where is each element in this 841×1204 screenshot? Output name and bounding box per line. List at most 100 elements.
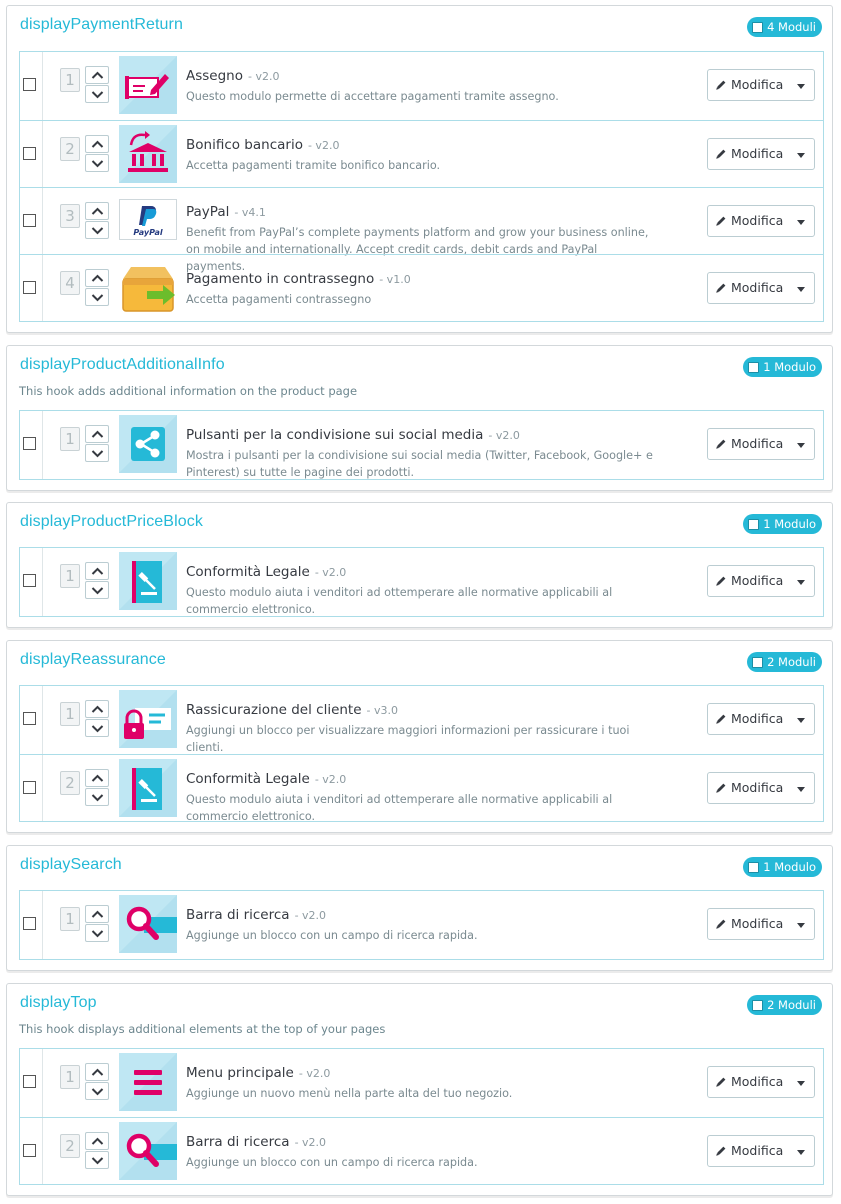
edit-button-label: Modifica [731, 1074, 784, 1089]
module-name-text: Rassicurazione del cliente [186, 702, 362, 718]
legal-gavel-icon [119, 552, 177, 610]
move-down-button[interactable] [85, 924, 109, 942]
module-checkbox[interactable] [23, 1075, 36, 1088]
position-number: 2 [60, 137, 80, 161]
move-down-button[interactable] [85, 788, 109, 806]
move-up-button[interactable] [85, 700, 109, 718]
move-up-button[interactable] [85, 66, 109, 84]
select-all-checkbox[interactable] [752, 999, 764, 1011]
module-checkbox[interactable] [23, 147, 36, 160]
module-count-badge[interactable]: 2 Moduli [747, 995, 822, 1015]
hook-title[interactable]: displayTop [20, 994, 97, 1012]
module-count-badge[interactable]: 1 Modulo [743, 357, 822, 377]
move-up-button[interactable] [85, 769, 109, 787]
module-row[interactable]: 1 Rassicurazione del cliente - v3.0 Aggiung… [20, 686, 823, 754]
move-down-button[interactable] [85, 719, 109, 737]
hook-title[interactable]: displayPaymentReturn [20, 16, 183, 34]
caret-down-icon[interactable] [797, 1150, 805, 1155]
module-checkbox[interactable] [23, 1144, 36, 1157]
module-checkbox[interactable] [23, 78, 36, 91]
position-number: 1 [60, 1065, 80, 1089]
edit-dropdown-button[interactable]: Modifica [707, 428, 815, 460]
module-checkbox[interactable] [23, 214, 36, 227]
module-checkbox[interactable] [23, 574, 36, 587]
move-up-button[interactable] [85, 562, 109, 580]
chevron-up-icon [91, 910, 104, 918]
move-down-button[interactable] [85, 221, 109, 239]
module-row[interactable]: 2 Bonifico bancario - v2.0 Accetta pagament… [20, 120, 823, 187]
caret-down-icon[interactable] [797, 443, 805, 448]
caret-down-icon[interactable] [797, 923, 805, 928]
edit-dropdown-button[interactable]: Modifica [707, 1066, 815, 1098]
module-row[interactable]: 4 Pagamento in contrassegno - v1.0 Accetta … [20, 254, 823, 321]
hook-title[interactable]: displayProductAdditionalInfo [20, 356, 225, 374]
module-row[interactable]: 1 Conformità Legale - v2.0 Questo modulo ai… [20, 548, 823, 616]
module-row[interactable]: 1 Menu principale - v2.0 Aggiunge un nuovo … [20, 1049, 823, 1117]
edit-dropdown-button[interactable]: Modifica [707, 138, 815, 170]
module-description: Aggiunge un blocco con un campo di ricer… [186, 1156, 478, 1169]
module-name: Rassicurazione del cliente - v3.0 [186, 702, 398, 718]
module-row[interactable]: 3 PayPal PayPal - v4.1 Benefit from PayPal’s… [20, 187, 823, 273]
module-count-badge[interactable]: 4 Moduli [747, 17, 822, 37]
edit-dropdown-button[interactable]: Modifica [707, 1135, 815, 1167]
move-up-button[interactable] [85, 202, 109, 220]
move-down-button[interactable] [85, 85, 109, 103]
select-all-checkbox[interactable] [748, 518, 760, 530]
move-up-button[interactable] [85, 425, 109, 443]
move-down-button[interactable] [85, 1082, 109, 1100]
move-down-button[interactable] [85, 581, 109, 599]
caret-down-icon[interactable] [797, 718, 805, 723]
edit-dropdown-button[interactable]: Modifica [707, 908, 815, 940]
select-all-checkbox[interactable] [752, 656, 764, 668]
move-down-button[interactable] [85, 444, 109, 462]
chevron-up-icon [91, 1068, 104, 1076]
edit-dropdown-button[interactable]: Modifica [707, 565, 815, 597]
move-up-button[interactable] [85, 1132, 109, 1150]
bank-transfer-icon [119, 125, 177, 183]
move-up-button[interactable] [85, 1063, 109, 1081]
module-count-label: 2 Moduli [767, 998, 816, 1012]
move-up-button[interactable] [85, 269, 109, 287]
hook-title[interactable]: displayProductPriceBlock [20, 513, 203, 531]
module-checkbox[interactable] [23, 437, 36, 450]
module-count-badge[interactable]: 1 Modulo [743, 857, 822, 877]
move-down-button[interactable] [85, 1151, 109, 1169]
module-row[interactable]: 2 Conformità Legale - v2.0 Questo modulo ai… [20, 754, 823, 823]
module-checkbox[interactable] [23, 917, 36, 930]
caret-down-icon[interactable] [797, 153, 805, 158]
edit-dropdown-button[interactable]: Modifica [707, 772, 815, 804]
caret-down-icon[interactable] [797, 220, 805, 225]
select-all-checkbox[interactable] [748, 861, 760, 873]
module-row[interactable]: 2 Barra di ricerca - v2.0 Aggiunge un blocc… [20, 1117, 823, 1184]
caret-down-icon[interactable] [797, 580, 805, 585]
hook-title[interactable]: displaySearch [20, 856, 122, 874]
edit-dropdown-button[interactable]: Modifica [707, 703, 815, 735]
module-version: - v2.0 [488, 429, 520, 442]
move-down-button[interactable] [85, 154, 109, 172]
module-checkbox[interactable] [23, 781, 36, 794]
module-checkbox[interactable] [23, 712, 36, 725]
hook-title[interactable]: displayReassurance [20, 651, 166, 669]
caret-down-icon[interactable] [797, 1081, 805, 1086]
move-up-button[interactable] [85, 135, 109, 153]
module-checkbox[interactable] [23, 281, 36, 294]
module-count-badge[interactable]: 2 Moduli [747, 652, 822, 672]
edit-dropdown-button[interactable]: Modifica [707, 205, 815, 237]
module-name: Bonifico bancario - v2.0 [186, 137, 339, 153]
chevron-down-icon [91, 587, 104, 595]
pencil-icon [716, 1077, 726, 1087]
module-row[interactable]: 1 Pulsanti per la condivisione sui social… [20, 411, 823, 479]
caret-down-icon[interactable] [797, 84, 805, 89]
select-all-checkbox[interactable] [748, 361, 760, 373]
module-row[interactable]: 1 Barra di ricerca - v2.0 Aggiunge un blocc… [20, 891, 823, 959]
move-up-button[interactable] [85, 905, 109, 923]
module-row[interactable]: 1 Assegno - v2.0 Questo modulo permette di … [20, 52, 823, 120]
move-down-button[interactable] [85, 288, 109, 306]
caret-down-icon[interactable] [797, 287, 805, 292]
edit-dropdown-button[interactable]: Modifica [707, 272, 815, 304]
module-count-badge[interactable]: 1 Modulo [743, 514, 822, 534]
caret-down-icon[interactable] [797, 787, 805, 792]
select-all-checkbox[interactable] [752, 21, 764, 33]
edit-dropdown-button[interactable]: Modifica [707, 69, 815, 101]
pencil-icon [716, 1146, 726, 1156]
